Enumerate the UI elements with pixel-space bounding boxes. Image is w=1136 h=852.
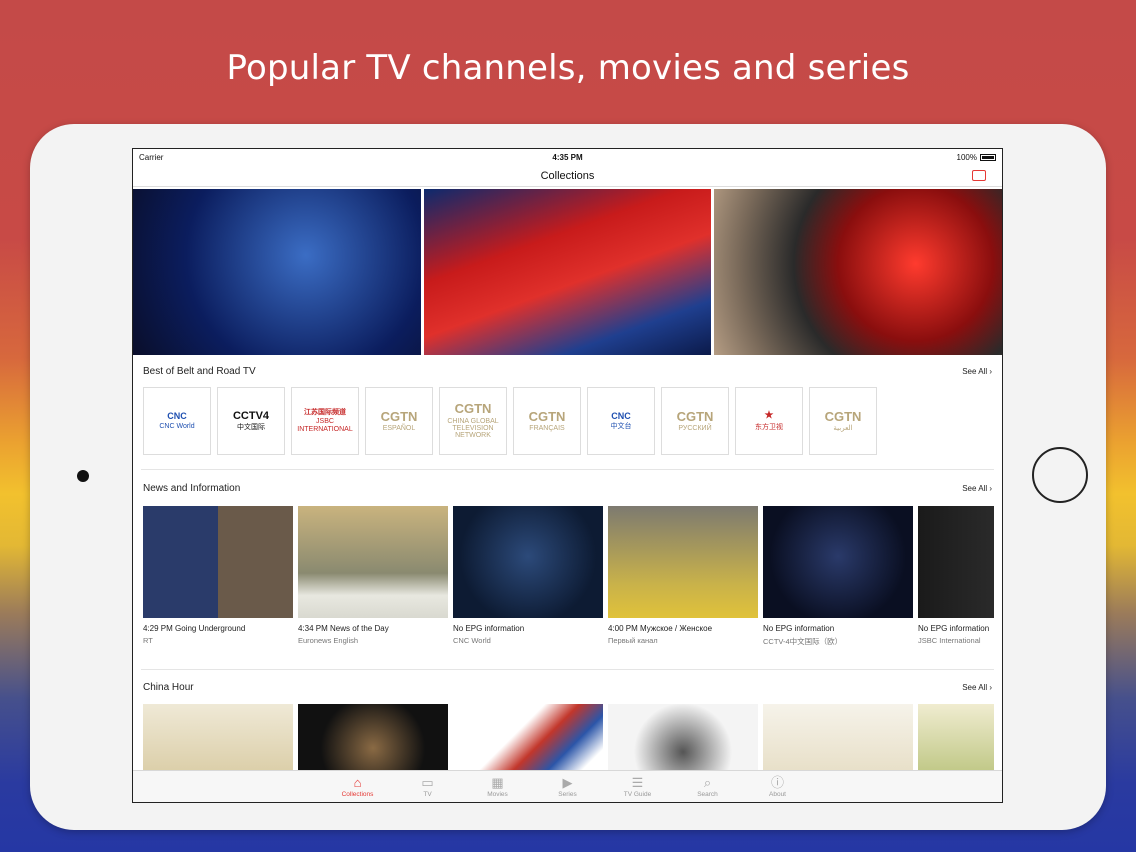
channel-logo[interactable]: CGTN РУССКИЙ <box>661 387 729 455</box>
tab-label: Search <box>697 790 718 798</box>
program-title: No EPG information <box>453 624 525 633</box>
tab-series[interactable]: ▶ Series <box>533 771 603 802</box>
camera-dot <box>77 470 89 482</box>
status-time: 4:35 PM <box>552 152 583 162</box>
guide-icon: ☰ <box>631 774 644 790</box>
program-title: 4:34 PM News of the Day <box>298 624 389 633</box>
tab-tv-guide[interactable]: ☰ TV Guide <box>603 771 673 802</box>
see-all-link[interactable]: See All › <box>962 683 992 692</box>
info-icon: ⓘ <box>770 774 784 790</box>
see-all-link[interactable]: See All › <box>962 367 992 376</box>
news-thumbnail[interactable] <box>608 506 758 618</box>
news-thumbnail[interactable] <box>763 506 913 618</box>
channel-logo[interactable]: CGTN ESPAÑOL <box>365 387 433 455</box>
section-title: Best of Belt and Road TV <box>143 365 256 377</box>
home-button[interactable] <box>1032 447 1088 503</box>
section-title: China Hour <box>143 681 194 693</box>
news-thumbnail[interactable] <box>453 506 603 618</box>
channel-logo[interactable]: CGTN FRANÇAIS <box>513 387 581 455</box>
tab-label: Collections <box>341 790 374 798</box>
program-title: 4:29 PM Going Underground <box>143 624 246 633</box>
news-card[interactable]: 4:00 PM Мужское / Женское Первый канал <box>608 506 758 647</box>
cast-icon[interactable] <box>972 170 986 181</box>
tab-label: Movies <box>487 790 508 798</box>
home-icon: ⌂ <box>353 774 362 790</box>
tv-icon: ▭ <box>421 774 434 790</box>
tab-tv[interactable]: ▭ TV <box>393 771 463 802</box>
channel-name: JSBC International <box>918 636 981 645</box>
hero-slide-2[interactable] <box>423 189 712 355</box>
news-thumbnail[interactable] <box>298 506 448 618</box>
nav-bar: Collections <box>133 165 1002 187</box>
channel-logo[interactable]: CNC 中文台 <box>587 387 655 455</box>
channel-name: Первый канал <box>608 636 658 645</box>
hero-slide-3[interactable] <box>714 189 1002 355</box>
status-bar: Carrier 4:35 PM 100% <box>133 149 1002 165</box>
hero-banner[interactable] <box>133 189 1002 355</box>
news-card[interactable]: No EPG information CCTV-4中文国际（欧） <box>763 506 913 647</box>
belt-road-section: Best of Belt and Road TV See All › CNC CN… <box>141 355 994 470</box>
news-card[interactable]: 4:34 PM News of the Day Euronews English <box>298 506 448 647</box>
tab-movies[interactable]: ▦ Movies <box>463 771 533 802</box>
news-section: News and Information See All › 4:29 PM G… <box>141 470 994 670</box>
news-card[interactable]: 4:29 PM Going Underground RT <box>143 506 293 647</box>
hero-slide-1[interactable] <box>133 189 421 355</box>
battery-icon <box>980 153 996 161</box>
tab-label: TV <box>423 790 432 798</box>
program-title: No EPG information <box>763 624 835 633</box>
news-card[interactable]: No EPG information CNC World <box>453 506 603 647</box>
tab-search[interactable]: ⌕ Search <box>673 771 743 802</box>
tab-label: TV Guide <box>623 790 652 798</box>
tab-label: About <box>769 790 786 798</box>
search-icon: ⌕ <box>703 774 712 790</box>
news-thumbnail[interactable] <box>918 506 994 618</box>
china-hour-section: China Hour See All › <box>141 670 994 784</box>
page-title: Collections <box>540 169 595 182</box>
channel-logo[interactable]: CNC CNC World <box>143 387 211 455</box>
channel-logo[interactable]: 江苏国际频道 JSBC INTERNATIONAL <box>291 387 359 455</box>
program-title: No EPG information <box>918 624 990 633</box>
tab-about[interactable]: ⓘ About <box>743 771 813 802</box>
promo-headline: Popular TV channels, movies and series <box>226 48 910 88</box>
play-icon: ▶ <box>562 774 573 790</box>
channel-name: Euronews English <box>298 636 359 645</box>
channel-logo[interactable]: CGTN CHINA GLOBAL TELEVISION NETWORK <box>439 387 507 455</box>
channel-logo[interactable]: ★ 东方卫视 <box>735 387 803 455</box>
channel-name: CCTV-4中文国际（欧） <box>763 637 843 646</box>
news-card[interactable]: No EPG information JSBC International <box>918 506 994 647</box>
section-title: News and Information <box>143 482 241 494</box>
channel-logo[interactable]: CGTN العربية <box>809 387 877 455</box>
news-thumbnail[interactable] <box>143 506 293 618</box>
see-all-link[interactable]: See All › <box>962 484 992 493</box>
film-icon: ▦ <box>491 774 504 790</box>
tab-bar: ⌂ Collections ▭ TV ▦ Movies ▶ Series ☰ TV Guide ⌕ S… <box>133 770 1002 802</box>
app-screen: Carrier 4:35 PM 100% Collections Best of… <box>132 148 1003 803</box>
channel-logo[interactable]: CCTV4 中文国际 <box>217 387 285 455</box>
channel-name: CNC World <box>453 636 491 645</box>
tab-label: Series <box>558 790 577 798</box>
tab-collections[interactable]: ⌂ Collections <box>323 771 393 802</box>
program-title: 4:00 PM Мужское / Женское <box>608 624 713 633</box>
channel-name: RT <box>143 636 153 645</box>
